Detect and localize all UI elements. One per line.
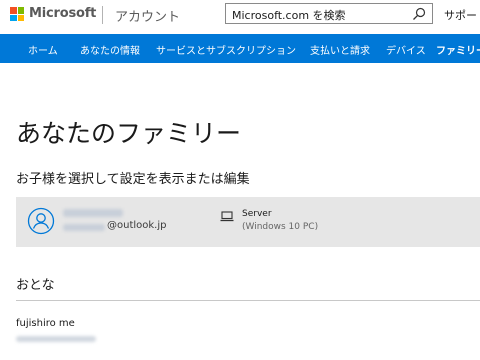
nav-item-your-info[interactable]: あなたの情報	[80, 42, 140, 57]
nav-item-services-subscriptions[interactable]: サービスとサブスクリプション	[156, 42, 296, 57]
device-os: (Windows 10 PC)	[242, 222, 319, 232]
child-account-card[interactable]: @outlook.jp Server (Windows 10 PC)	[16, 197, 480, 247]
nav-item-payment-billing[interactable]: 支払いと請求	[310, 42, 370, 57]
child-name-redacted	[63, 209, 123, 217]
nav-item-home[interactable]: ホーム	[28, 42, 58, 57]
child-email-redacted	[63, 224, 105, 231]
support-link[interactable]: サポート	[444, 7, 480, 23]
nav-item-devices[interactable]: デバイス	[386, 42, 426, 57]
adult-member-email-redacted	[16, 336, 96, 342]
header-divider	[102, 6, 103, 24]
search-input-text: Microsoft.com を検索	[232, 9, 346, 22]
adults-heading: おとな	[16, 278, 55, 293]
person-avatar-icon	[27, 207, 55, 235]
laptop-icon	[220, 211, 234, 222]
device-name[interactable]: Server	[242, 209, 272, 219]
search-icon[interactable]	[412, 7, 426, 21]
adult-member-name[interactable]: fujishiro me	[16, 318, 75, 329]
section-divider	[16, 300, 480, 301]
child-email-suffix: @outlook.jp	[107, 220, 167, 231]
account-nav: ホーム あなたの情報 サービスとサブスクリプション 支払いと請求 デバイス ファ…	[0, 34, 480, 63]
brand-name[interactable]: Microsoft	[29, 6, 96, 21]
search-input[interactable]: Microsoft.com を検索	[225, 3, 433, 24]
nav-item-family[interactable]: ファミリー	[436, 42, 480, 57]
top-header: Microsoft アカウント Microsoft.com を検索 サポート	[0, 0, 480, 30]
page-subtitle: お子様を選択して設定を表示または編集	[16, 172, 250, 187]
page-title: あなたのファミリー	[16, 119, 242, 148]
microsoft-logo-icon[interactable]	[10, 7, 24, 21]
section-title[interactable]: アカウント	[115, 6, 180, 25]
